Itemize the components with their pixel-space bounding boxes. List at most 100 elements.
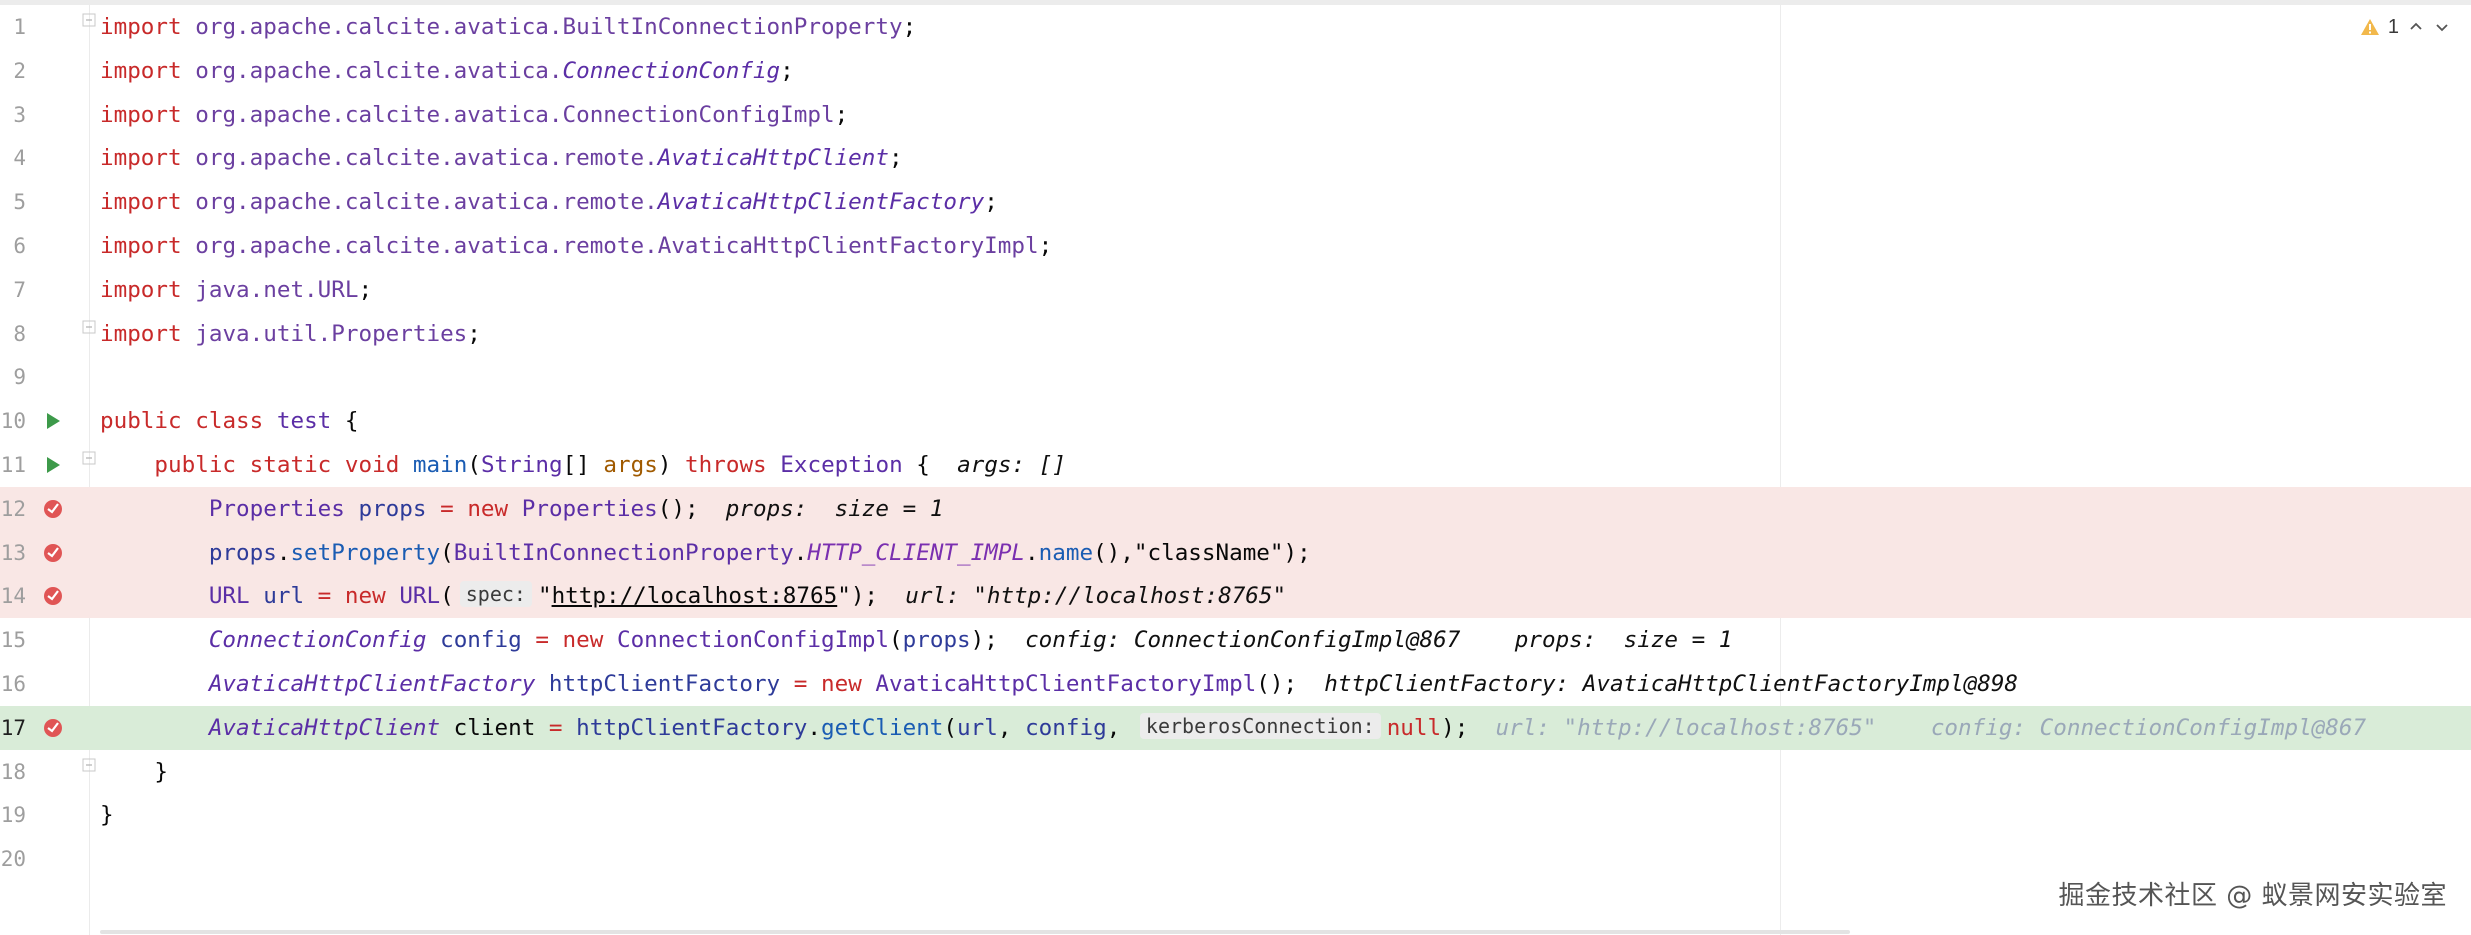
line-number[interactable]: 16 (0, 672, 26, 696)
code-token: config (440, 627, 522, 654)
code-text[interactable]: public class test { (100, 405, 359, 437)
code-line-8[interactable]: 8 import java.util.Properties; (0, 312, 2471, 356)
code-token: ; (902, 14, 917, 40)
code-text[interactable]: import org.apache.calcite.avatica.BuiltI… (100, 11, 916, 43)
code-line-14[interactable]: 14 URL url = new URL(spec: "http://localh… (0, 574, 2471, 619)
line-number[interactable]: 4 (0, 146, 26, 170)
line-number[interactable]: 7 (0, 278, 26, 302)
code-text[interactable]: Properties props = new Properties(); pro… (100, 493, 944, 525)
code-token: props (358, 495, 427, 522)
debug-inline-value: httpClientFactory: AvaticaHttpClientFact… (1324, 671, 2019, 697)
line-number[interactable]: 18 (0, 760, 26, 784)
code-text[interactable]: AvaticaHttpClient client = httpClientFac… (100, 712, 2366, 744)
chevron-down-icon[interactable] (2433, 18, 2451, 36)
line-number[interactable]: 14 (0, 584, 26, 608)
code-line-12[interactable]: 12 Properties props = new Properties(); … (0, 486, 2471, 531)
chevron-up-icon[interactable] (2407, 18, 2425, 36)
code-token: } (100, 802, 114, 829)
code-text[interactable]: import org.apache.calcite.avatica.Connec… (100, 99, 848, 131)
parameter-hint: spec: (459, 581, 532, 608)
code-line-15[interactable]: 15 ConnectionConfig config = new Connect… (0, 618, 2471, 662)
line-number[interactable]: 8 (0, 322, 26, 346)
code-line-7[interactable]: 7 import java.net.URL; (0, 268, 2471, 312)
code-token: { (331, 408, 359, 435)
code-token: = (440, 495, 454, 522)
fold-icon[interactable] (82, 758, 96, 772)
code-line-17[interactable]: 17 AvaticaHttpClient client = httpClient… (0, 705, 2471, 750)
code-token: } (100, 758, 169, 785)
line-number[interactable]: 17 (0, 716, 26, 740)
line-number[interactable]: 13 (0, 541, 26, 565)
code-text[interactable]: public static void main(String[] args) t… (100, 449, 1066, 481)
code-line-11[interactable]: 11 public static void main(String[] args… (0, 443, 2471, 487)
run-icon[interactable] (42, 454, 64, 476)
line-number[interactable]: 12 (0, 497, 26, 521)
code-token: { (902, 452, 958, 478)
line-number[interactable]: 10 (0, 409, 26, 433)
code-line-18[interactable]: 18 } (0, 750, 2471, 794)
line-number[interactable]: 6 (0, 234, 26, 258)
line-number[interactable]: 11 (0, 453, 26, 477)
run-icon[interactable] (42, 410, 64, 432)
breakpoint-icon[interactable] (42, 717, 64, 739)
inspection-widget[interactable]: 1 (2360, 12, 2451, 42)
code-token: new (467, 495, 509, 522)
breakpoint-icon[interactable] (42, 542, 64, 564)
code-line-4[interactable]: 4 import org.apache.calcite.avatica.remot… (0, 136, 2471, 180)
code-text[interactable]: } (100, 756, 168, 788)
code-token: ( (889, 627, 903, 654)
horizontal-scrollbar[interactable] (100, 930, 1850, 934)
line-number[interactable]: 9 (0, 365, 26, 389)
code-line-1[interactable]: 1 import org.apache.calcite.avatica.Built… (0, 5, 2471, 49)
breakpoint-icon[interactable] (42, 498, 64, 520)
code-line-19[interactable]: 19} (0, 793, 2471, 837)
line-number[interactable]: 19 (0, 803, 26, 827)
line-number[interactable]: 20 (0, 847, 26, 871)
code-token: import (100, 14, 182, 40)
debug-inline-value: args: [] (957, 452, 1066, 478)
fold-icon[interactable] (82, 320, 96, 334)
code-line-13[interactable]: 13 props.setProperty(BuiltInConnectionPr… (0, 530, 2471, 575)
line-number[interactable]: 2 (0, 59, 26, 83)
code-line-6[interactable]: 6 import org.apache.calcite.avatica.remot… (0, 224, 2471, 268)
code-text[interactable]: import java.net.URL; (100, 274, 372, 306)
code-text[interactable]: import org.apache.calcite.avatica.Connec… (100, 55, 794, 87)
code-text[interactable]: import java.util.Properties; (100, 318, 481, 350)
code-token: ConnectionConfig (562, 57, 781, 84)
code-token: ; (358, 276, 373, 303)
line-number[interactable]: 1 (0, 15, 26, 39)
breakpoint-icon[interactable] (42, 585, 64, 607)
line-number[interactable]: 5 (0, 190, 26, 214)
code-text[interactable]: } (100, 799, 114, 831)
code-line-5[interactable]: 5 import org.apache.calcite.avatica.remot… (0, 180, 2471, 224)
code-text[interactable]: props.setProperty(BuiltInConnectionPrope… (100, 537, 1311, 569)
fold-icon[interactable] (82, 451, 96, 465)
code-line-10[interactable]: 10 public class test { (0, 399, 2471, 443)
code-token: BuiltInConnectionProperty (453, 539, 794, 566)
code-text[interactable]: ConnectionConfig config = new Connection… (100, 624, 1733, 656)
code-text[interactable]: import org.apache.calcite.avatica.remote… (100, 186, 998, 218)
line-number[interactable]: 3 (0, 103, 26, 127)
code-text[interactable]: import org.apache.calcite.avatica.remote… (100, 142, 903, 174)
code-line-9[interactable]: 9 (0, 355, 2471, 399)
debug-inline-value: config: ConnectionConfigImpl@867 props: … (1025, 627, 1733, 654)
code-line-2[interactable]: 2 import org.apache.calcite.avatica.Conne… (0, 49, 2471, 93)
code-line-3[interactable]: 3 import org.apache.calcite.avatica.Conne… (0, 93, 2471, 137)
code-text[interactable]: AvaticaHttpClientFactory httpClientFacto… (100, 668, 2018, 700)
fold-icon[interactable] (82, 13, 96, 27)
code-text[interactable]: import org.apache.calcite.avatica.remote… (100, 230, 1052, 262)
code-token: URL (208, 583, 250, 610)
code-line-16[interactable]: 16 AvaticaHttpClientFactory httpClientFa… (0, 662, 2471, 706)
code-text[interactable]: URL url = new URL(spec: "http://localhost… (100, 580, 1286, 612)
code-token: ; (834, 101, 849, 128)
code-token: HTTP_CLIENT_IMPL (807, 539, 1026, 566)
line-number[interactable]: 15 (0, 628, 26, 652)
